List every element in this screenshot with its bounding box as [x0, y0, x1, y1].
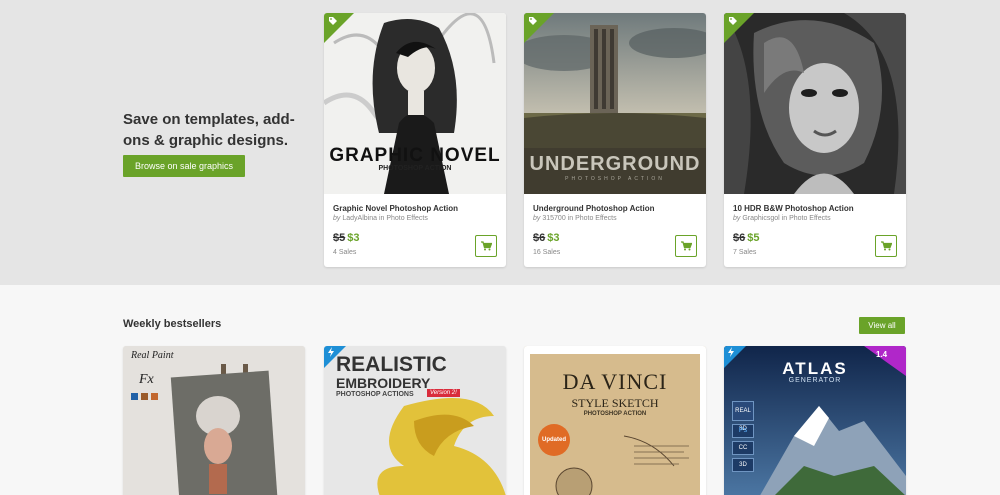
graphic-novel-artwork-subtitle: PHOTOSHOP ACTION: [378, 165, 452, 172]
updated-badge: Updated: [538, 424, 570, 456]
graphic-novel-artwork-title: GRAPHIC NOVEL: [329, 145, 501, 166]
price: $5 $3: [333, 232, 360, 244]
cc-tile: CC: [732, 441, 754, 455]
embroidery-artwork-title: REALISTIC: [336, 353, 447, 376]
sale-price: $3: [547, 232, 560, 244]
product-meta: by LadyAlbina in Photo Effects: [333, 215, 428, 222]
cart-icon: [881, 241, 892, 251]
atlas-artwork-title: ATLAS: [782, 359, 848, 378]
real-3d-tile: REAL 3D: [732, 401, 754, 432]
sales-count: 16 Sales: [533, 249, 561, 256]
bestseller-card[interactable]: ATLAS GENERATOR 1.4 REAL 3D Ps CC 3D: [724, 346, 906, 495]
atlas-feature-tiles: REAL 3D Ps CC 3D: [732, 401, 754, 472]
product-title[interactable]: Graphic Novel Photoshop Action: [333, 204, 458, 213]
product-meta: by 315700 in Photo Effects: [533, 215, 617, 222]
old-price: $5: [333, 232, 346, 244]
author-link[interactable]: 315700: [542, 215, 565, 222]
add-to-cart-button[interactable]: [875, 235, 897, 257]
by-label: by: [333, 215, 341, 222]
product-meta: by Graphicsgol in Photo Effects: [733, 215, 831, 222]
author-link[interactable]: LadyAlbina: [342, 215, 377, 222]
bestseller-card[interactable]: DA VINCI STYLE SKETCH PHOTOSHOP ACTION U…: [524, 346, 706, 495]
price: $6 $5: [733, 232, 760, 244]
tag-icon: [528, 16, 538, 28]
category-label[interactable]: in Photo Effects: [568, 215, 617, 222]
sale-price: $5: [747, 232, 760, 244]
cart-icon: [681, 241, 692, 251]
product-title[interactable]: 10 HDR B&W Photoshop Action: [733, 204, 854, 213]
sales-count: 4 Sales: [333, 249, 357, 256]
da-vinci-artwork-line2: STYLE SKETCH: [571, 396, 659, 410]
product-title[interactable]: Underground Photoshop Action: [533, 204, 654, 213]
version-badge: 1.4: [876, 350, 888, 359]
add-to-cart-button[interactable]: [475, 235, 497, 257]
view-all-button[interactable]: View all: [859, 317, 905, 334]
sale-price: $3: [347, 232, 360, 244]
sales-count: 7 Sales: [733, 249, 757, 256]
price: $6 $3: [533, 232, 560, 244]
atlas-artwork-subtitle: GENERATOR: [788, 377, 842, 384]
weekly-bestsellers-heading: Weekly bestsellers: [123, 318, 222, 330]
browse-sale-graphics-button[interactable]: Browse on sale graphics: [123, 155, 245, 177]
old-price: $6: [733, 232, 746, 244]
real-paint-artwork-fx: Fx: [139, 372, 154, 387]
embroidery-artwork-line2: EMBROIDERY: [336, 375, 431, 391]
promo-block: Save on templates, add-ons & graphic des…: [123, 109, 313, 177]
category-label[interactable]: in Photo Effects: [782, 215, 831, 222]
old-price: $6: [533, 232, 546, 244]
tag-icon: [328, 16, 338, 28]
product-card[interactable]: 10 HDR B&W Photoshop Action by Graphicsg…: [724, 13, 906, 267]
underground-artwork-subtitle: PHOTOSHOP ACTION: [565, 176, 665, 182]
product-card[interactable]: GRAPHIC NOVEL PHOTOSHOP ACTION Graphic N…: [324, 13, 506, 267]
cart-icon: [481, 241, 492, 251]
by-label: by: [533, 215, 541, 222]
version-badge: Version 2!: [427, 389, 460, 397]
tag-icon: [728, 16, 738, 28]
real-paint-artwork-title: Real Paint: [131, 350, 174, 361]
author-link[interactable]: Graphicsgol: [742, 215, 779, 222]
embroidery-artwork-line3: PHOTOSHOP ACTIONS: [336, 391, 414, 398]
da-vinci-artwork-title: DA VINCI: [562, 369, 668, 394]
lightning-icon: [327, 347, 335, 359]
da-vinci-artwork-line3: PHOTOSHOP ACTION: [583, 411, 647, 417]
lightning-icon: [727, 347, 735, 359]
underground-artwork-title: UNDERGROUND: [529, 153, 701, 175]
3d-tile: 3D: [732, 458, 754, 472]
category-label[interactable]: in Photo Effects: [379, 215, 428, 222]
promo-title: Save on templates, add-ons & graphic des…: [123, 111, 295, 149]
bestseller-card[interactable]: Real Paint Fx: [123, 346, 305, 495]
photoshop-tile: Ps: [732, 424, 754, 438]
by-label: by: [733, 215, 741, 222]
add-to-cart-button[interactable]: [675, 235, 697, 257]
product-card[interactable]: UNDERGROUND PHOTOSHOP ACTION Underground…: [524, 13, 706, 267]
bestseller-card[interactable]: REALISTIC EMBROIDERY PHOTOSHOP ACTIONS V…: [324, 346, 506, 495]
